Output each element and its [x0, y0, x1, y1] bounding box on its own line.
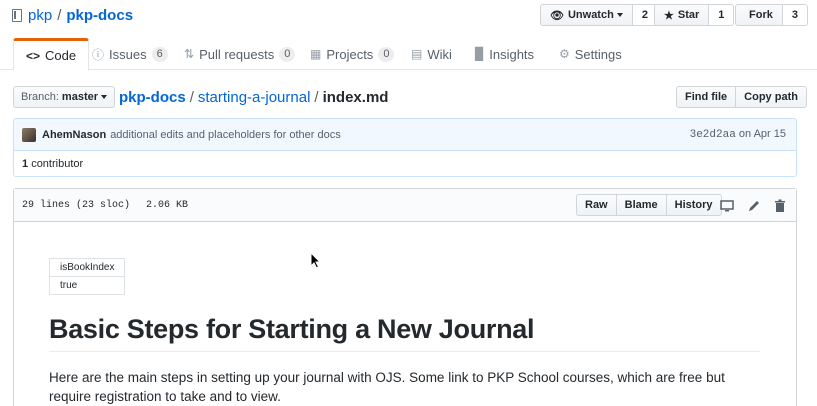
unwatch-button[interactable]: 👁 Unwatch [540, 4, 633, 26]
star-label: Star [677, 9, 700, 21]
repo-name-link[interactable]: pkp-docs [66, 7, 133, 24]
chevron-down-icon [101, 95, 107, 99]
page-heading: Basic Steps for Starting a New Journal [49, 314, 760, 352]
commit-tease: AhemNason additional edits and placehold… [13, 118, 797, 151]
tab-label: Pull requests [199, 46, 275, 62]
breadcrumb-separator: / [314, 88, 319, 106]
repo-icon [12, 8, 22, 22]
project-icon: ▦ [310, 47, 322, 61]
commit-author-link[interactable]: AhemNason [42, 129, 106, 141]
fork-group: Fork 3 [735, 4, 808, 26]
contributors-count: 1 [22, 157, 29, 170]
table-row: true [48, 276, 126, 295]
avatar[interactable] [22, 127, 36, 142]
contributors-label: contributor [31, 157, 84, 170]
mouse-cursor-icon [310, 252, 322, 269]
file-size: 2.06 KB [146, 199, 189, 211]
tab-label: Settings [574, 46, 622, 62]
repo-title: pkp / pkp-docs [12, 5, 133, 25]
tab-label: Wiki [427, 46, 452, 62]
tab-settings[interactable]: ⚙ Settings [547, 38, 634, 70]
repo-nav: <> Code ⓘ Issues 6 ⇅ Pull requests 0 ▦ P… [0, 38, 817, 71]
graph-icon: ▉ [475, 47, 485, 61]
unwatch-label: Unwatch [567, 9, 614, 21]
tab-label: Issues [109, 46, 147, 62]
fork-button[interactable]: Fork [735, 4, 783, 26]
front-matter-table: isBookIndex true [48, 258, 126, 295]
tab-label: Code [45, 48, 77, 63]
breadcrumb: pkp-docs / starting-a-journal / index.md [119, 87, 388, 107]
commit-date: Apr 15 [753, 128, 786, 140]
tab-code[interactable]: <> Code [13, 38, 90, 71]
star-button[interactable]: ★ Star [654, 4, 710, 26]
find-file-button[interactable]: Find file [676, 86, 737, 108]
tab-projects[interactable]: ▦ Projects 0 [298, 38, 406, 70]
forks-count[interactable]: 3 [782, 4, 808, 26]
book-icon: ▤ [411, 47, 423, 61]
table-row: isBookIndex [48, 258, 126, 277]
code-icon: <> [26, 48, 41, 63]
pull-request-icon: ⇅ [184, 47, 195, 61]
breadcrumb-file: index.md [322, 88, 389, 106]
raw-button[interactable]: Raw [576, 194, 617, 216]
issue-icon: ⓘ [92, 47, 105, 62]
chevron-down-icon [616, 13, 623, 17]
commit-meta: 3e2d2aa on Apr 15 [690, 128, 786, 141]
file-lines: 29 lines (23 sloc) [22, 199, 131, 211]
file-header: 29 lines (23 sloc) 2.06 KB Raw Blame His… [14, 189, 796, 222]
branch-select[interactable]: Branch: master [13, 86, 115, 108]
tab-label: Projects [326, 46, 374, 62]
tab-wiki[interactable]: ▤ Wiki [399, 38, 464, 70]
stargazers-count[interactable]: 1 [709, 4, 735, 26]
commit-date-prefix: on [738, 128, 752, 140]
tab-issues[interactable]: ⓘ Issues 6 [80, 38, 180, 70]
trash-icon[interactable] [773, 199, 787, 213]
repo-owner-link[interactable]: pkp [28, 7, 52, 24]
branch-name: master [61, 91, 98, 103]
gear-icon: ⚙ [559, 47, 570, 61]
file-actions: Find file Copy path [676, 86, 807, 108]
repo-separator: / [57, 6, 62, 24]
projects-counter: 0 [378, 46, 395, 62]
eye-icon: 👁 [550, 9, 564, 22]
history-button[interactable]: History [665, 194, 722, 216]
desktop-icon[interactable] [720, 199, 734, 213]
issues-counter: 6 [151, 46, 168, 62]
tab-pull-requests[interactable]: ⇅ Pull requests 0 [172, 38, 307, 70]
contributors-summary[interactable]: 1 contributor [13, 151, 797, 177]
intro-paragraph: Here are the main steps in setting up yo… [49, 370, 725, 404]
pencil-icon[interactable] [747, 199, 761, 213]
branch-prefix: Branch: [21, 91, 59, 103]
commit-sha-link[interactable]: 3e2d2aa [690, 129, 736, 141]
file-view-buttons: Raw Blame History [576, 194, 722, 216]
tab-insights[interactable]: ▉ Insights [463, 38, 546, 70]
star-icon: ★ [664, 9, 674, 22]
table-cell: true [48, 276, 126, 295]
star-group: ★ Star 1 [654, 4, 735, 26]
watch-group: 👁 Unwatch 2 [540, 4, 658, 26]
blame-button[interactable]: Blame [615, 194, 667, 216]
commit-message-link[interactable]: additional edits and placeholders for ot… [110, 129, 341, 141]
pull-requests-counter: 0 [279, 46, 296, 62]
breadcrumb-dir-link[interactable]: starting-a-journal [198, 89, 311, 106]
fork-label: Fork [749, 9, 773, 21]
breadcrumb-root-link[interactable]: pkp-docs [119, 89, 186, 106]
tab-label: Insights [489, 46, 535, 62]
breadcrumb-separator: / [189, 88, 194, 106]
table-header-cell: isBookIndex [48, 258, 126, 277]
copy-path-button[interactable]: Copy path [736, 86, 807, 108]
